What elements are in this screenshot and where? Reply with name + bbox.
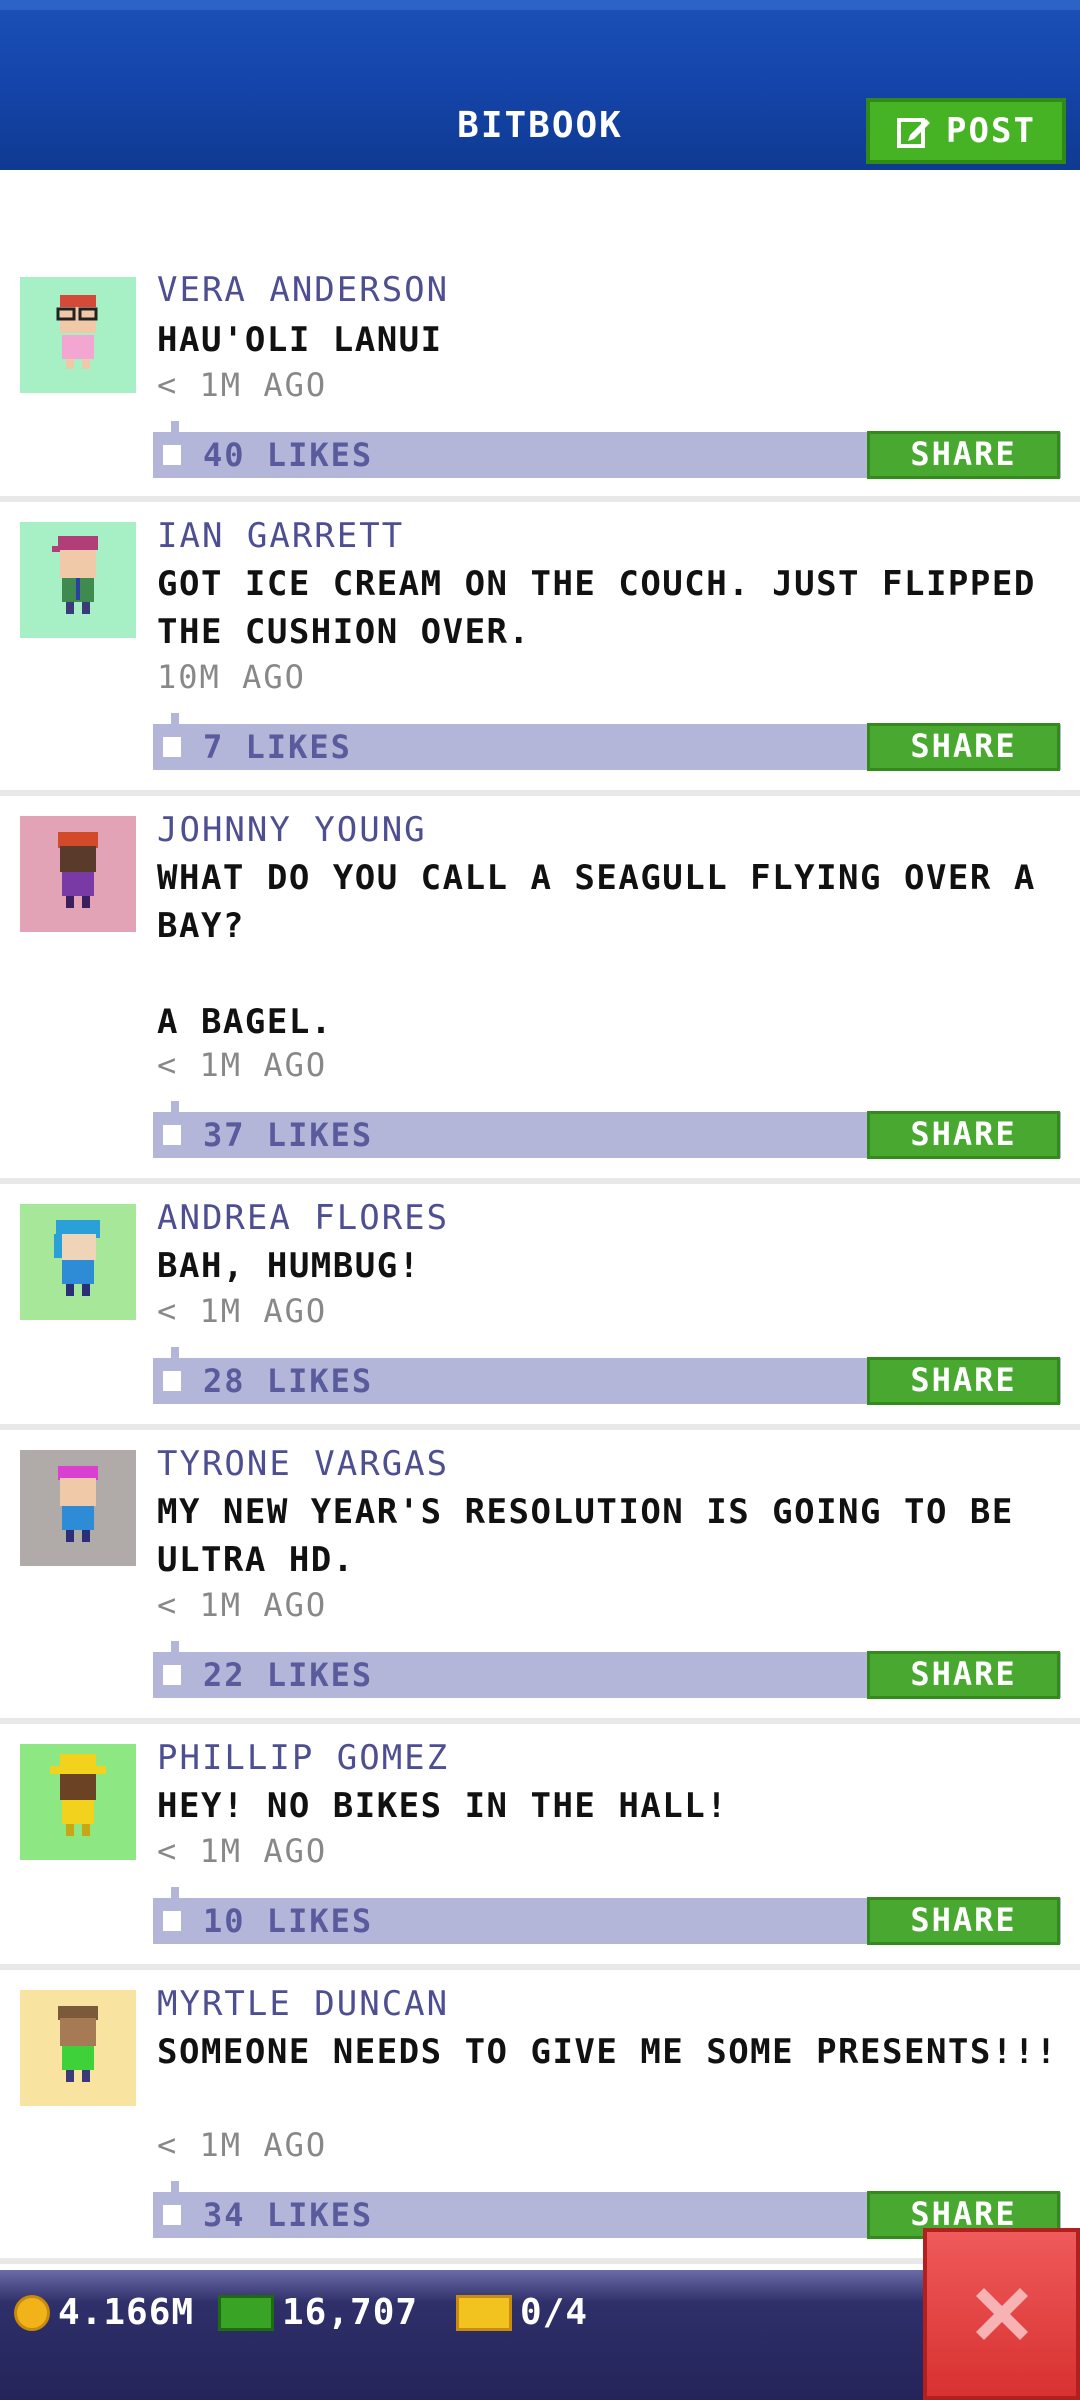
post-text: HAU'OLI LANUI: [157, 320, 443, 360]
post-time: < 1M AGO: [157, 1586, 328, 1624]
avatar-image: [52, 536, 98, 614]
avatar[interactable]: [20, 1744, 136, 1860]
coin-icon: [14, 2294, 50, 2331]
likes-count: 40 LIKES: [203, 436, 374, 474]
share-button[interactable]: SHARE: [867, 431, 1060, 479]
thumbs-up-icon: [163, 1347, 181, 1391]
avatar[interactable]: [20, 816, 136, 932]
share-button[interactable]: SHARE: [867, 1111, 1060, 1159]
ticket-icon: [456, 2294, 512, 2331]
app-header: BITBOOK POST: [0, 0, 1080, 170]
tickets-value: 0/4: [520, 2292, 589, 2333]
likes-count: 34 LIKES: [203, 2196, 374, 2234]
thumbs-up-icon: [163, 713, 181, 757]
likes-count: 22 LIKES: [203, 1656, 374, 1694]
share-button[interactable]: SHARE: [867, 1897, 1060, 1945]
avatar[interactable]: [20, 277, 136, 393]
post-author[interactable]: ANDREA FLORES: [157, 1198, 449, 1238]
feed-post: TYRONE VARGAS MY NEW YEAR'S RESOLUTION I…: [0, 1430, 1080, 1724]
post-author[interactable]: JOHNNY YOUNG: [157, 810, 427, 850]
share-button[interactable]: SHARE: [867, 1357, 1060, 1405]
likes-count: 28 LIKES: [203, 1362, 374, 1400]
avatar-image: [54, 1220, 100, 1296]
coins-stat[interactable]: 4.166M: [14, 2292, 194, 2333]
post-text: BAH, HUMBUG!: [157, 1246, 421, 1286]
likes-count: 7 LIKES: [203, 728, 352, 766]
likes-count: 37 LIKES: [203, 1116, 374, 1154]
feed-post: MYRTLE DUNCAN SOMEONE NEEDS TO GIVE ME S…: [0, 1970, 1080, 2264]
likes-count: 10 LIKES: [203, 1902, 374, 1940]
coins-value: 4.166M: [58, 2292, 195, 2333]
post-time: < 1M AGO: [157, 366, 328, 404]
feed-post: ANDREA FLORES BAH, HUMBUG! < 1M AGO 28 L…: [0, 1184, 1080, 1430]
feed-post: PHILLIP GOMEZ HEY! NO BIKES IN THE HALL!…: [0, 1724, 1080, 1970]
bux-stat[interactable]: 16,707: [218, 2292, 418, 2333]
avatar-image: [56, 295, 98, 369]
close-button[interactable]: [923, 2228, 1080, 2400]
thumbs-up-icon: [163, 1641, 181, 1685]
post-text: HEY! NO BIKES IN THE HALL!: [157, 1786, 729, 1826]
thumbs-up-icon: [163, 2181, 181, 2225]
post-text: GOT ICE CREAM ON THE COUCH. JUST FLIPPED…: [157, 564, 1058, 652]
avatar[interactable]: [20, 1450, 136, 1566]
thumbs-up-icon: [163, 1101, 181, 1145]
post-time: < 1M AGO: [157, 1832, 328, 1870]
avatar[interactable]: [20, 1990, 136, 2106]
thumbs-up-icon: [163, 421, 181, 465]
avatar-image: [58, 1466, 98, 1542]
tickets-stat[interactable]: 0/4: [456, 2292, 588, 2333]
feed-post: IAN GARRETT GOT ICE CREAM ON THE COUCH. …: [0, 502, 1080, 796]
divider: [0, 2258, 1080, 2264]
post-author[interactable]: IAN GARRETT: [157, 516, 404, 556]
feed-post: JOHNNY YOUNG WHAT DO YOU CALL A SEAGULL …: [0, 796, 1080, 1184]
post-author[interactable]: VERA ANDERSON: [157, 270, 449, 310]
status-bar: 4.166M 16,707 0/4: [0, 2270, 1080, 2400]
avatar[interactable]: [20, 522, 136, 638]
post-time: < 1M AGO: [157, 1046, 328, 1084]
post-time: < 1M AGO: [157, 2126, 328, 2164]
post-button[interactable]: POST: [866, 98, 1066, 164]
post-author[interactable]: PHILLIP GOMEZ: [157, 1738, 449, 1778]
thumbs-up-icon: [163, 1887, 181, 1931]
post-time: < 1M AGO: [157, 1292, 328, 1330]
avatar[interactable]: [20, 1204, 136, 1320]
avatar-image: [50, 1754, 106, 1836]
post-text: SOMEONE NEEDS TO GIVE ME SOME PRESENTS!!…: [157, 2032, 1058, 2072]
post-time: 10M AGO: [157, 658, 306, 696]
share-button[interactable]: SHARE: [867, 723, 1060, 771]
bux-value: 16,707: [282, 2292, 419, 2333]
post-text: MY NEW YEAR'S RESOLUTION IS GOING TO BE …: [157, 1492, 1036, 1580]
share-button[interactable]: SHARE: [867, 1651, 1060, 1699]
avatar-image: [58, 832, 98, 908]
edit-icon: [896, 113, 932, 149]
post-text: WHAT DO YOU CALL A SEAGULL FLYING OVER A…: [157, 858, 1036, 1042]
post-button-label: POST: [946, 111, 1036, 151]
avatar-image: [58, 2006, 98, 2082]
cash-icon: [218, 2294, 274, 2331]
post-author[interactable]: TYRONE VARGAS: [157, 1444, 449, 1484]
post-author[interactable]: MYRTLE DUNCAN: [157, 1984, 449, 2024]
close-icon: [975, 2288, 1028, 2340]
feed-post: VERA ANDERSON HAU'OLI LANUI < 1M AGO 40 …: [0, 170, 1080, 502]
